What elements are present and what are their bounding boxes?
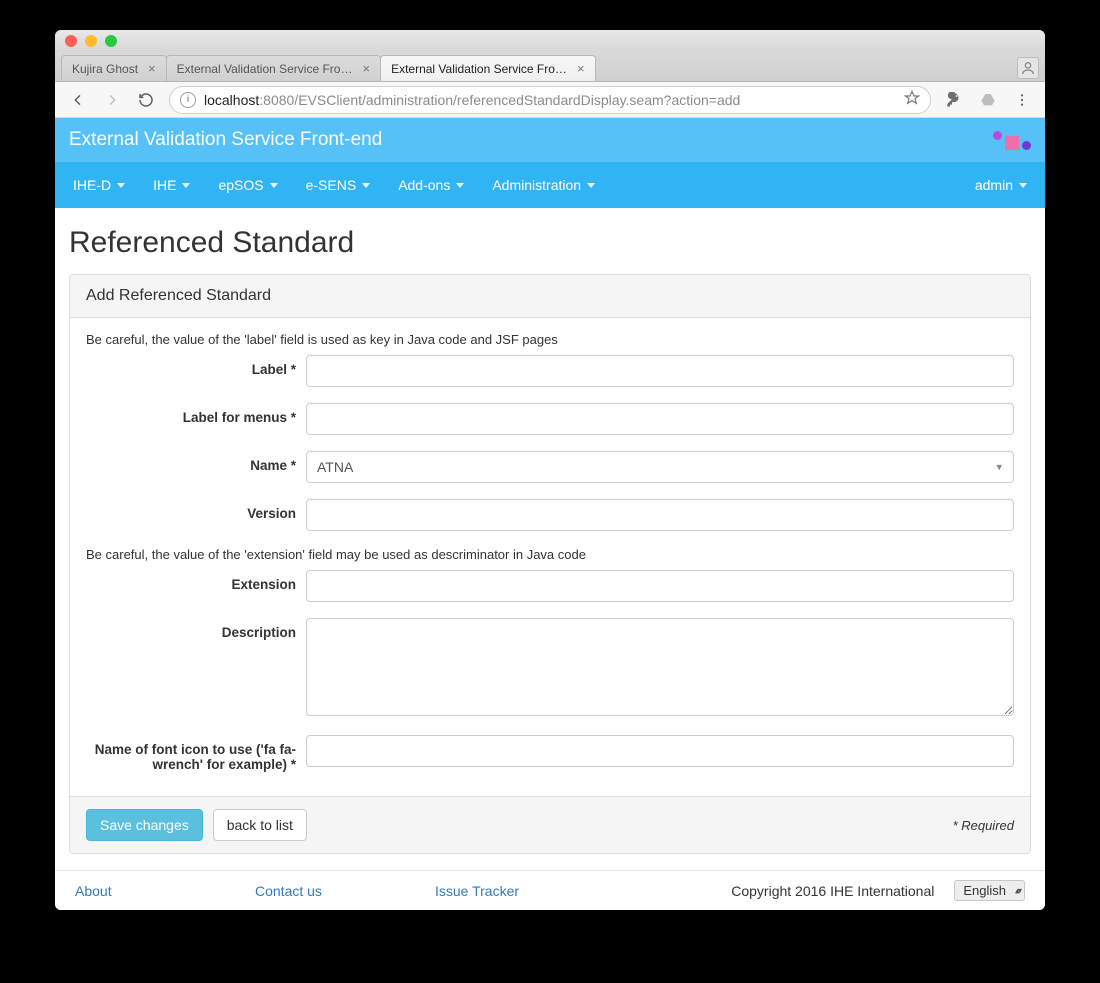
hint-text: Be careful, the value of the 'label' fie… [86, 332, 1014, 347]
menu-dots-icon[interactable] [1011, 89, 1033, 111]
menu-epsos[interactable]: epSOS [204, 162, 291, 208]
back-icon[interactable] [67, 89, 89, 111]
extension-label: Extension [86, 570, 306, 592]
tab-title: Kujira Ghost [72, 62, 138, 76]
page: External Validation Service Front-end IH… [55, 118, 1045, 910]
url-host: localhost [204, 92, 259, 108]
label-for-menus-label: Label for menus * [86, 403, 306, 425]
forward-icon [101, 89, 123, 111]
description-textarea[interactable] [306, 618, 1014, 716]
chevron-down-icon [182, 183, 190, 188]
menu-esens[interactable]: e-SENS [292, 162, 385, 208]
browser-tab[interactable]: Kujira Ghost × [61, 55, 167, 81]
key-icon[interactable] [943, 89, 965, 111]
footer-tracker-link[interactable]: Issue Tracker [435, 883, 519, 899]
menu-ihe[interactable]: IHE [139, 162, 204, 208]
chevron-down-icon [456, 183, 464, 188]
main-menu: IHE-D IHE epSOS e-SENS Add-ons Administr… [55, 162, 1045, 208]
titlebar [55, 30, 1045, 52]
version-label: Version [86, 499, 306, 521]
profile-icon[interactable] [1017, 57, 1039, 79]
tab-title: External Validation Service Fro… [391, 62, 567, 76]
reload-icon[interactable] [135, 89, 157, 111]
footer-contact-link[interactable]: Contact us [255, 883, 322, 899]
info-icon[interactable]: i [180, 92, 196, 108]
icon-name-label: Name of font icon to use ('fa fa-wrench'… [86, 735, 306, 772]
panel-header: Add Referenced Standard [70, 275, 1030, 318]
required-note: * Required [953, 818, 1014, 833]
chevron-down-icon [117, 183, 125, 188]
page-footer: About Contact us Issue Tracker Copyright… [55, 870, 1045, 910]
label-input[interactable] [306, 355, 1014, 387]
chevron-down-icon [1019, 183, 1027, 188]
description-label: Description [86, 618, 306, 640]
browser-tab[interactable]: External Validation Service Fro… × [166, 55, 381, 81]
version-input[interactable] [306, 499, 1014, 531]
footer-copyright: Copyright 2016 IHE International [731, 883, 934, 899]
address-bar[interactable]: i localhost:8080/EVSClient/administratio… [169, 86, 931, 114]
drive-icon[interactable] [977, 89, 999, 111]
menu-addons[interactable]: Add-ons [384, 162, 478, 208]
close-icon[interactable]: × [577, 61, 585, 76]
menu-ihe-d[interactable]: IHE-D [59, 162, 139, 208]
save-button[interactable]: Save changes [86, 809, 203, 841]
chevron-down-icon [587, 183, 595, 188]
close-icon[interactable]: × [148, 61, 156, 76]
page-title: Referenced Standard [69, 226, 1031, 260]
chevron-down-icon [362, 183, 370, 188]
label-for-menus-input[interactable] [306, 403, 1014, 435]
bookmark-icon[interactable] [904, 90, 920, 109]
chevron-down-icon [270, 183, 278, 188]
menu-user[interactable]: admin [961, 162, 1041, 208]
close-icon[interactable]: × [362, 61, 370, 76]
tab-strip: Kujira Ghost × External Validation Servi… [55, 52, 1045, 82]
footer-about-link[interactable]: About [75, 883, 112, 899]
window-maximize-icon[interactable] [105, 35, 117, 47]
name-label: Name * [86, 451, 306, 473]
menu-administration[interactable]: Administration [478, 162, 609, 208]
form-panel: Add Referenced Standard Be careful, the … [69, 274, 1031, 854]
tab-title: External Validation Service Fro… [177, 62, 353, 76]
browser-window: Kujira Ghost × External Validation Servi… [55, 30, 1045, 910]
url-path: :8080/EVSClient/administration/reference… [259, 92, 740, 108]
app-title: External Validation Service Front-end [69, 129, 382, 151]
window-minimize-icon[interactable] [85, 35, 97, 47]
name-select[interactable]: ATNA [306, 451, 1014, 483]
back-to-list-button[interactable]: back to list [213, 809, 307, 841]
app-logo-icon [993, 131, 1031, 150]
icon-name-input[interactable] [306, 735, 1014, 767]
app-banner: External Validation Service Front-end [55, 118, 1045, 162]
extension-input[interactable] [306, 570, 1014, 602]
hint-text: Be careful, the value of the 'extension'… [86, 547, 1014, 562]
browser-tab[interactable]: External Validation Service Fro… × [380, 55, 595, 81]
label-label: Label * [86, 355, 306, 377]
language-select[interactable]: English [954, 880, 1025, 901]
browser-toolbar: i localhost:8080/EVSClient/administratio… [55, 82, 1045, 118]
window-close-icon[interactable] [65, 35, 77, 47]
